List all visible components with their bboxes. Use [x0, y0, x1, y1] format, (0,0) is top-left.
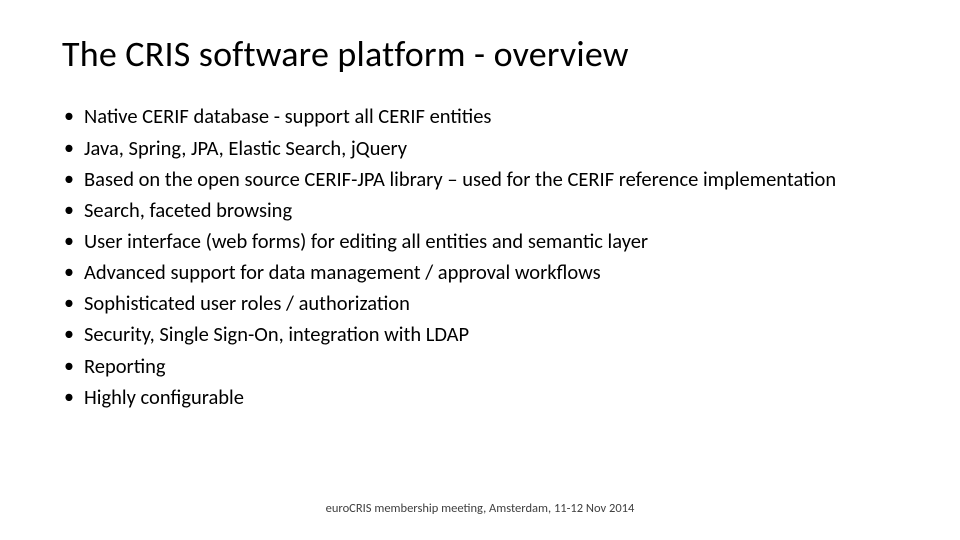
list-item: Search, faceted browsing [62, 195, 898, 226]
list-item: Advanced support for data management / a… [62, 257, 898, 288]
list-item: Reporting [62, 351, 898, 382]
list-item: Native CERIF database - support all CERI… [62, 101, 898, 132]
bullet-list: Native CERIF database - support all CERI… [62, 101, 898, 413]
list-item: Java, Spring, JPA, Elastic Search, jQuer… [62, 133, 898, 164]
slide-title: The CRIS software platform - overview [62, 34, 898, 75]
list-item: Sophisticated user roles / authorization [62, 288, 898, 319]
list-item: User interface (web forms) for editing a… [62, 226, 898, 257]
list-item: Highly configurable [62, 382, 898, 413]
list-item: Based on the open source CERIF-JPA libra… [62, 164, 898, 195]
slide-footer: euroCRIS membership meeting, Amsterdam, … [0, 501, 960, 516]
slide: The CRIS software platform - overview Na… [0, 0, 960, 540]
list-item: Security, Single Sign-On, integration wi… [62, 319, 898, 350]
